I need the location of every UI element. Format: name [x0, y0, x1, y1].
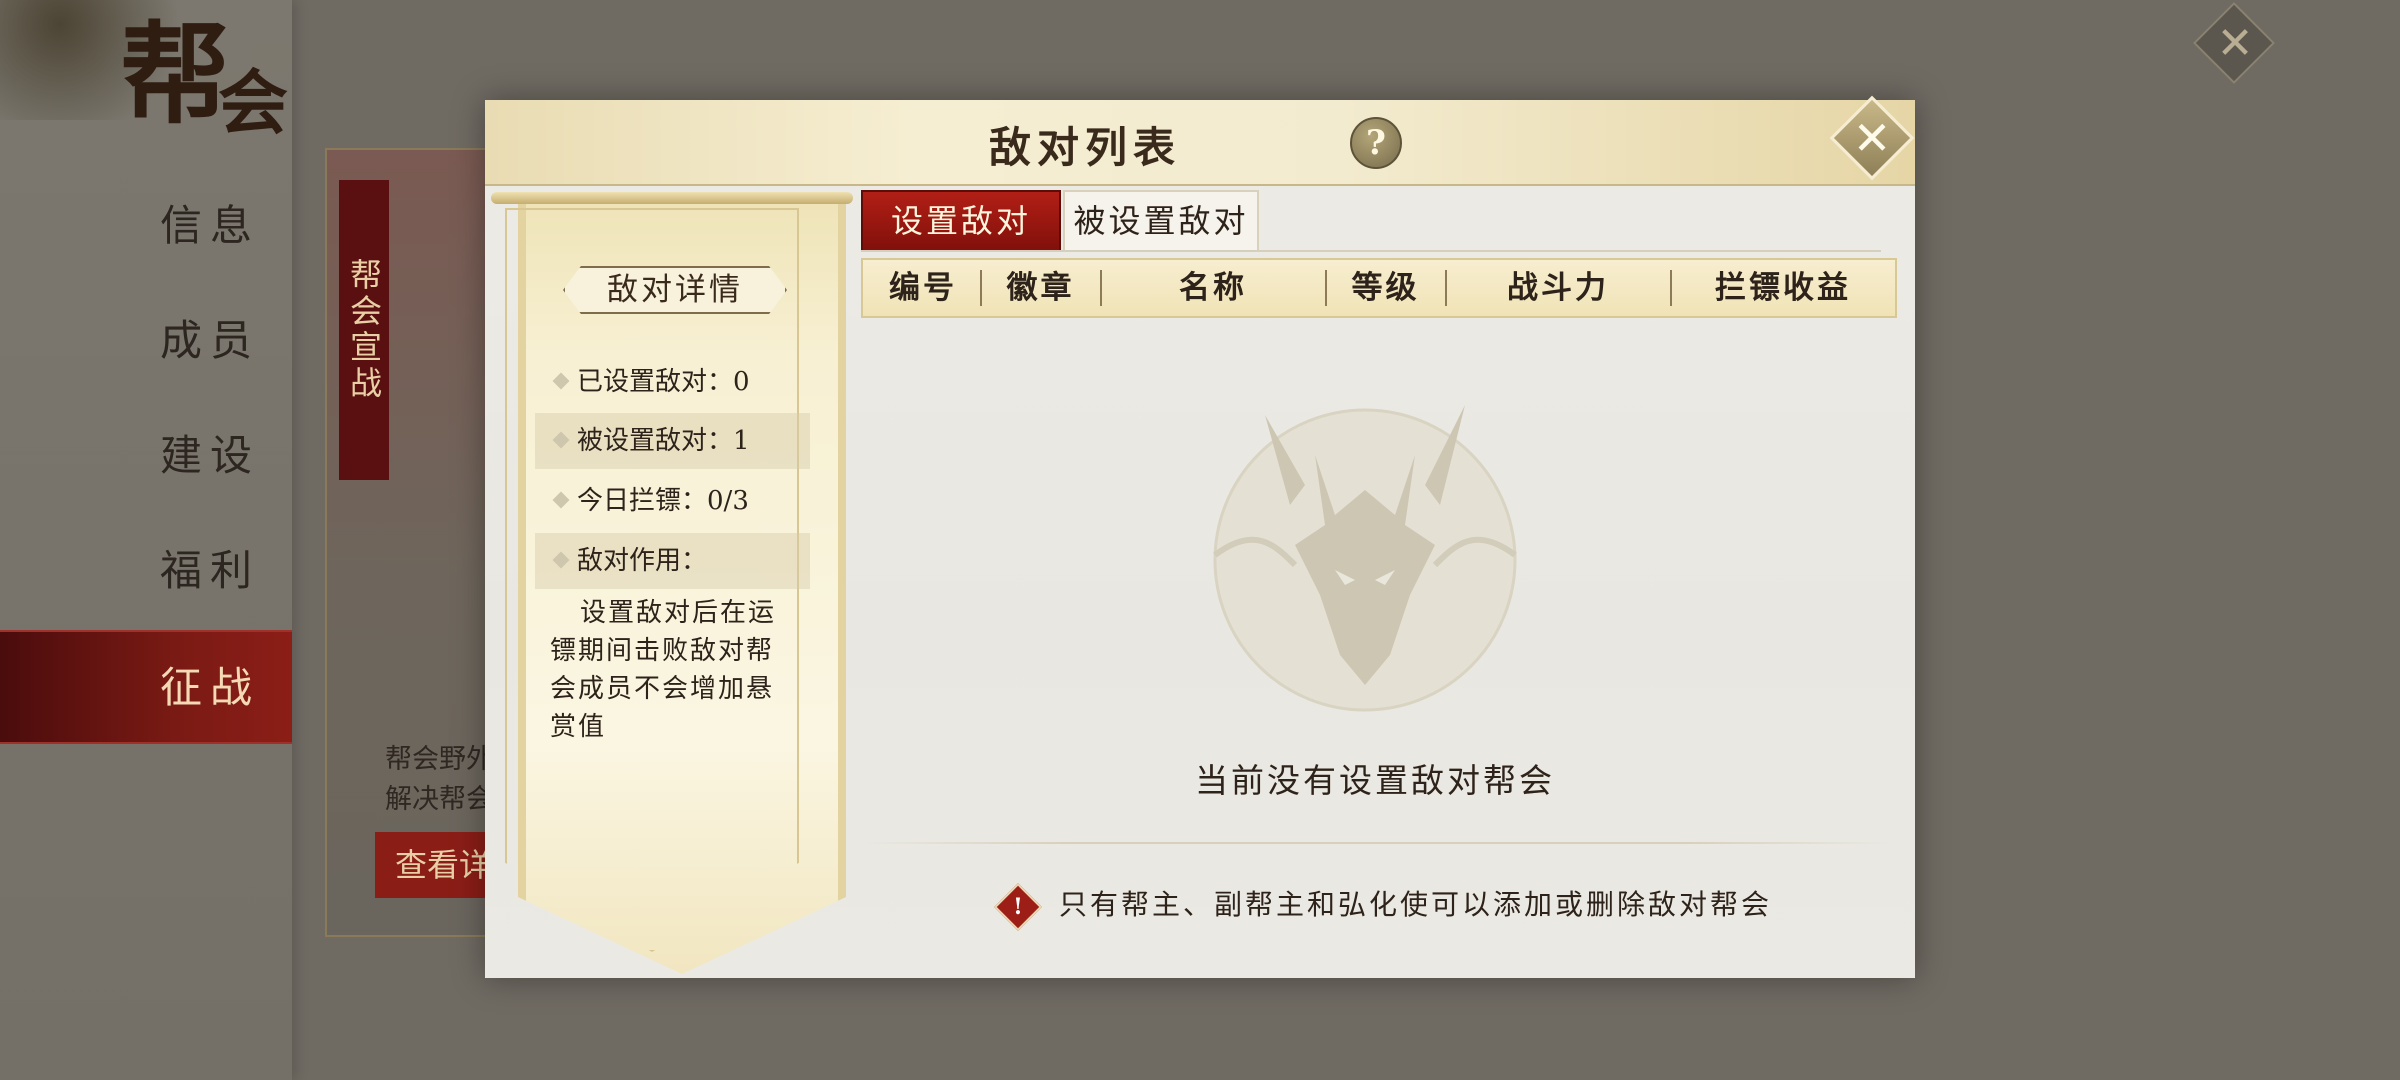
- enemy-effect-description: 设置敌对后在运镖期间击败敌对帮会成员不会增加悬赏值: [550, 598, 777, 742]
- stat-today-intercept: 今日拦镖：0/3: [535, 473, 810, 529]
- dialog-close-button[interactable]: ✕: [1829, 95, 1915, 181]
- close-icon: ✕: [1852, 111, 1892, 165]
- stat-value: 1: [733, 426, 750, 456]
- enemy-list-dialog: 敌对列表 ? ✕ 敌对详情 已设置敌对：0 被设置敌对：1 今日拦镖：0/3 敌…: [485, 95, 1915, 978]
- column-header-level: 等级: [1351, 270, 1420, 306]
- stat-value: 0: [733, 367, 750, 397]
- guild-title-char-2: 会: [218, 61, 288, 144]
- sidebar-item-build[interactable]: 建设: [0, 400, 292, 510]
- column-header-name: 名称: [1179, 270, 1247, 306]
- warning-symbol: !: [1013, 894, 1023, 920]
- banner-rod: [491, 192, 853, 204]
- sidebar-item-label: 成员: [160, 316, 261, 365]
- permission-notice: 只有帮主、副帮主和弘化使可以添加或删除敌对帮会: [1059, 888, 1773, 921]
- help-icon[interactable]: ?: [1350, 117, 1402, 169]
- column-separator: [980, 270, 982, 306]
- column-separator: [1100, 270, 1102, 306]
- column-header-badge: 徽章: [1006, 270, 1075, 306]
- stat-set-as-enemy: 被设置敌对：1: [535, 413, 810, 469]
- dragon-emblem-icon: [1195, 395, 1535, 715]
- column-header-intercept-income: 拦镖收益: [1715, 270, 1851, 306]
- card-ribbon: 帮会宣战: [339, 180, 389, 480]
- stat-value: 0/3: [707, 486, 749, 516]
- sidebar-item-label: 福利: [160, 546, 261, 595]
- divider: [861, 842, 1893, 844]
- detail-title: 敌对详情: [563, 266, 787, 314]
- stat-label: 被设置敌对：: [577, 426, 734, 456]
- stat-label: 已设置敌对：: [577, 367, 734, 397]
- tab-set-as-enemy[interactable]: 被设置敌对: [1063, 190, 1259, 252]
- column-separator: [1670, 270, 1672, 306]
- card-text: 帮会野外 解决帮会: [385, 740, 493, 820]
- guild-sidebar: 帮 会 信息 成员 建设 福利 征战: [0, 0, 292, 1080]
- warning-icon: !: [993, 882, 1043, 932]
- diamond-icon: [552, 372, 570, 390]
- sidebar-item-label: 征战: [160, 663, 261, 712]
- card-text-line: 帮会野外: [385, 744, 493, 775]
- guild-war-card: 帮会宣战 帮会野外 解决帮会 查看详: [325, 148, 525, 937]
- column-header-number: 编号: [889, 270, 957, 306]
- tab-set-enemy[interactable]: 设置敌对: [861, 190, 1061, 252]
- sidebar-item-label: 信息: [160, 201, 261, 250]
- column-separator: [1325, 270, 1327, 306]
- card-text-line: 解决帮会: [385, 784, 493, 815]
- column-separator: [1445, 270, 1447, 306]
- diamond-icon: [552, 431, 570, 449]
- dialog-header: 敌对列表 ? ✕: [485, 95, 1915, 186]
- sidebar-item-members[interactable]: 成员: [0, 285, 292, 395]
- table-header: 编号 徽章 名称 等级 战斗力 拦镖收益: [861, 258, 1897, 318]
- diamond-icon: [552, 491, 570, 509]
- guild-title-char-1: 帮: [120, 10, 230, 139]
- stat-label: 今日拦镖：: [577, 486, 708, 516]
- sidebar-item-label: 建设: [160, 431, 261, 480]
- stat-label: 敌对作用：: [577, 546, 708, 576]
- sidebar-item-welfare[interactable]: 福利: [0, 515, 292, 625]
- close-icon: ✕: [2216, 18, 2254, 70]
- stat-enemy-effect: 敌对作用：: [535, 533, 810, 589]
- dialog-title: 敌对列表: [988, 123, 1181, 172]
- tab-underline: [861, 250, 1881, 252]
- screen-close-button[interactable]: ✕: [2192, 1, 2276, 85]
- sidebar-item-battle[interactable]: 征战: [0, 630, 292, 744]
- empty-state-message: 当前没有设置敌对帮会: [1195, 761, 1555, 800]
- column-header-power: 战斗力: [1507, 270, 1609, 306]
- diamond-icon: [552, 551, 570, 569]
- stat-set-enemy: 已设置敌对：0: [535, 354, 810, 410]
- sidebar-item-info[interactable]: 信息: [0, 170, 292, 280]
- dragon-emblem-graphic: [1213, 405, 1517, 712]
